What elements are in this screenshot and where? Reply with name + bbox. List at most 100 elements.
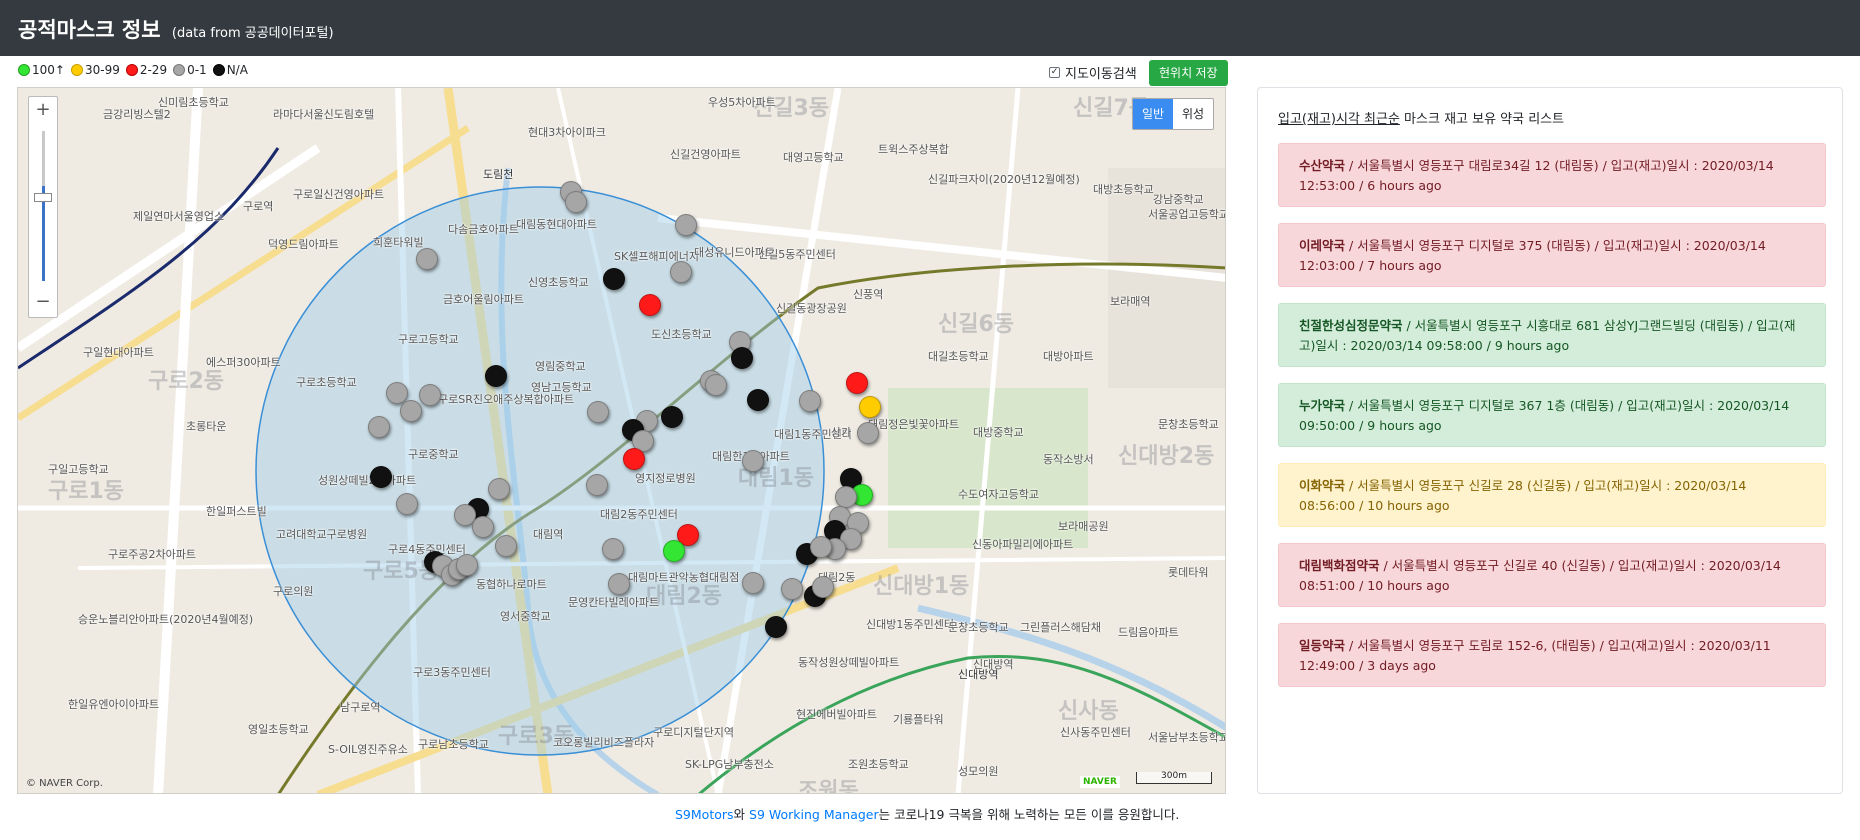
s9-working-manager-link[interactable]: S9 Working Manager (749, 807, 879, 822)
pharmacy-card[interactable]: 친절한성심정문약국 / 서울특별시 영등포구 시흥대로 681 삼성YJ그랜드빌… (1278, 303, 1826, 367)
pharmacy-marker[interactable] (742, 572, 764, 594)
map-label: 구로중학교 (408, 448, 459, 461)
pharmacy-card[interactable]: 대림백화점약국 / 서울특별시 영등포구 신길로 40 (신길동) / 입고(재… (1278, 543, 1826, 607)
save-location-button[interactable]: 현위치 저장 (1149, 60, 1228, 86)
zoom-in-button[interactable]: + (29, 97, 57, 125)
map-label: 희훈타워빌 (373, 236, 424, 249)
footer-line: S9Motors와 S9 Working Manager는 코로나19 극복을 … (675, 807, 1180, 822)
pharmacy-marker[interactable] (416, 248, 438, 270)
pharmacy-card[interactable]: 수산약국 / 서울특별시 영등포구 대림로34길 12 (대림동) / 입고(재… (1278, 143, 1826, 207)
pharmacy-marker[interactable] (370, 466, 392, 488)
map-label: 드림음아파트 (1118, 626, 1179, 639)
legend-item-30-99: 30-99 (70, 63, 120, 77)
pharmacy-card[interactable]: 이화약국 / 서울특별시 영등포구 신길로 28 (신길동) / 입고(재고)일… (1278, 463, 1826, 527)
map-label: 롯데타워 (1168, 566, 1209, 579)
map-label: SK-LPG남부충전소 (685, 758, 774, 771)
pharmacy-name: 이화약국 (1299, 478, 1346, 493)
pharmacy-marker[interactable] (857, 422, 879, 444)
s9motors-link[interactable]: S9Motors (675, 807, 734, 822)
pharmacy-list-panel: 입고(재고)시각 최근순 마스크 재고 보유 약국 리스트 수산약국 / 서울특… (1257, 87, 1843, 794)
pharmacy-marker[interactable] (661, 406, 683, 428)
legend-item-0-1: 0-1 (173, 63, 207, 77)
pharmacy-marker[interactable] (485, 365, 507, 387)
map-label: 대림2동주민센터 (600, 508, 678, 521)
pharmacy-detail: / 서울특별시 영등포구 디지털로 367 1층 (대림동) / 입고(재고)일… (1299, 398, 1790, 433)
map-label: 문창초등학교 (948, 621, 1009, 634)
map-label: S-OIL영진주유소 (328, 743, 408, 756)
pharmacy-marker[interactable] (488, 478, 510, 500)
area-label: 신대방1동 (873, 574, 970, 599)
pharmacy-card[interactable]: 누가약국 / 서울특별시 영등포구 디지털로 367 1층 (대림동) / 입고… (1278, 383, 1826, 447)
pharmacy-marker[interactable] (400, 400, 422, 422)
pharmacy-marker[interactable] (586, 474, 608, 496)
pharmacy-card[interactable]: 일등약국 / 서울특별시 영등포구 도림로 152-6, (대림동) / 입고(… (1278, 623, 1826, 687)
pharmacy-marker[interactable] (456, 554, 478, 576)
pharmacy-marker[interactable] (602, 538, 624, 560)
map-label: 영지정로병원 (635, 472, 696, 485)
pharmacy-marker[interactable] (670, 261, 692, 283)
map-label: 문영칸타빌레아파트 (568, 596, 660, 609)
legend: 100↑ 30-99 2-29 0-1 N/A (18, 63, 254, 77)
pharmacy-marker[interactable] (731, 347, 753, 369)
pharmacy-marker[interactable] (396, 493, 418, 515)
pharmacy-marker[interactable] (623, 448, 645, 470)
map-scale: 300m (1136, 772, 1212, 784)
pharmacy-name: 일등약국 (1299, 638, 1346, 653)
pharmacy-marker[interactable] (747, 389, 769, 411)
map-label: 구로디지털단지역 (653, 726, 734, 739)
map-label: 덕영드림아파트 (268, 238, 339, 251)
pharmacy-marker[interactable] (859, 396, 881, 418)
pharmacy-marker[interactable] (742, 450, 764, 472)
map-label: 상가 (831, 426, 852, 439)
zoom-control: + − (28, 96, 58, 318)
pharmacy-marker[interactable] (812, 576, 834, 598)
move-search-toggle[interactable]: ✓ 지도이동검색 (1049, 63, 1137, 82)
map-label: 강남중학교 (1153, 193, 1204, 206)
pharmacy-marker[interactable] (846, 372, 868, 394)
map-label: 대림역 (533, 528, 564, 541)
pharmacy-marker[interactable] (675, 214, 697, 236)
map-label: 구로역 (243, 200, 274, 213)
map-view[interactable]: 신길3동 신길7동 신길6동 구로2동 구로1동 대림1동 신대방2동 신대방1… (17, 87, 1226, 794)
map-label: 현진에버빌아파트 (796, 708, 877, 721)
area-label: 신사동 (1058, 699, 1119, 724)
pharmacy-marker[interactable] (472, 516, 494, 538)
pharmacy-marker[interactable] (368, 416, 390, 438)
pharmacy-marker[interactable] (705, 374, 727, 396)
pharmacy-marker[interactable] (587, 401, 609, 423)
map-label: 신대방역 (973, 658, 1014, 671)
pharmacy-marker[interactable] (765, 616, 787, 638)
title-text: 공적마스크 정보 (18, 18, 161, 42)
map-label: 신풍역 (853, 288, 884, 301)
pharmacy-detail: / 서울특별시 영등포구 대림로34길 12 (대림동) / 입고(재고)일시 … (1299, 158, 1774, 193)
pharmacy-marker[interactable] (495, 535, 517, 557)
gray-dot-icon (173, 64, 186, 76)
pharmacy-marker[interactable] (835, 486, 857, 508)
area-label: 신길6동 (938, 312, 1015, 337)
pharmacy-marker[interactable] (663, 540, 685, 562)
map-label: 신영초등학교 (528, 276, 589, 289)
map-label: 서울공업고등학교 (1148, 208, 1226, 221)
zoom-out-button[interactable]: − (29, 289, 57, 317)
map-label: 구로SR진오애주상복합아파트 (438, 393, 575, 406)
pharmacy-marker[interactable] (781, 578, 803, 600)
pharmacy-marker[interactable] (810, 536, 832, 558)
red-dot-icon (125, 64, 138, 76)
map-label: 구로주공2차아파트 (108, 548, 196, 561)
pharmacy-marker[interactable] (639, 294, 661, 316)
pharmacy-marker[interactable] (799, 390, 821, 412)
zoom-slider-handle[interactable] (34, 193, 52, 202)
pharmacy-card[interactable]: 이레약국 / 서울특별시 영등포구 디지털로 375 (대림동) / 입고(재고… (1278, 223, 1826, 287)
map-type-normal[interactable]: 일반 (1133, 99, 1173, 129)
map-type-toggle: 일반 위성 (1132, 98, 1214, 130)
map-label: 구로고등학교 (398, 333, 459, 346)
pharmacy-marker[interactable] (419, 384, 441, 406)
pharmacy-marker[interactable] (608, 573, 630, 595)
pharmacy-name: 친절한성심정문약국 (1299, 318, 1403, 333)
map-type-satellite[interactable]: 위성 (1173, 99, 1213, 129)
pharmacy-marker[interactable] (603, 268, 625, 290)
checkbox-icon[interactable]: ✓ (1049, 67, 1060, 78)
map-label: 동작성원상떼빌아파트 (798, 656, 900, 669)
pharmacy-detail: / 서울특별시 영등포구 디지털로 375 (대림동) / 입고(재고)일시 :… (1299, 238, 1766, 273)
pharmacy-marker[interactable] (565, 191, 587, 213)
